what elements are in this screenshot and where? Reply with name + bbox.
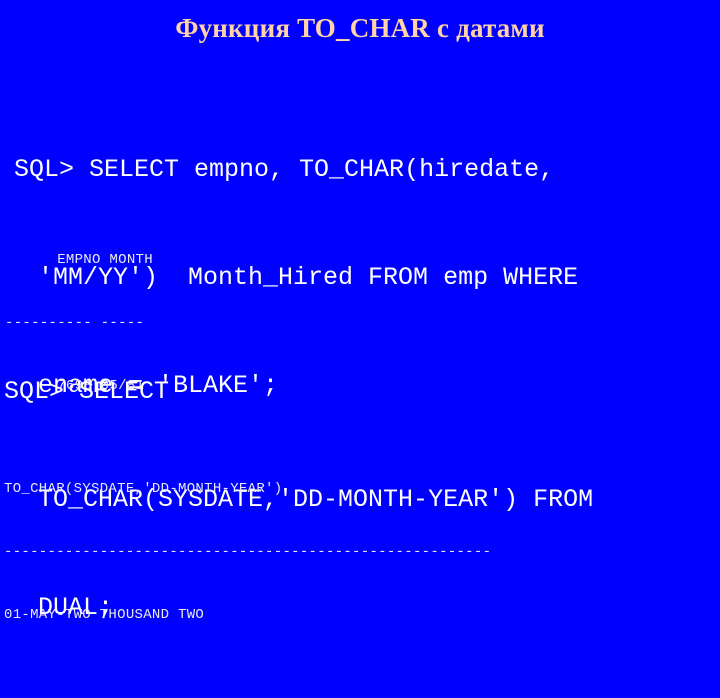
output-2-row: 01-MAY-TWO THOUSAND TWO <box>4 607 205 623</box>
query-output-block-2: TO_CHAR(SYSDATE,'DD-MONTH-YEAR') -------… <box>4 437 491 668</box>
page-title: Функция TO_CHAR с датами <box>175 13 545 43</box>
output-2-column-header: TO_CHAR(SYSDATE,'DD-MONTH-YEAR') <box>4 481 283 497</box>
output-1-column-header: EMPNO MONTH <box>5 252 153 268</box>
output-2-rule: ----------------------------------------… <box>4 544 492 560</box>
sql-block-1-line-1: SQL> SELECT empno, TO_CHAR(hiredate, <box>14 155 555 184</box>
slide-canvas: Функция TO_CHAR с датами SQL> SELECT emp… <box>0 0 720 623</box>
sql-block-2-line-1: SQL> SELECT <box>4 377 170 406</box>
